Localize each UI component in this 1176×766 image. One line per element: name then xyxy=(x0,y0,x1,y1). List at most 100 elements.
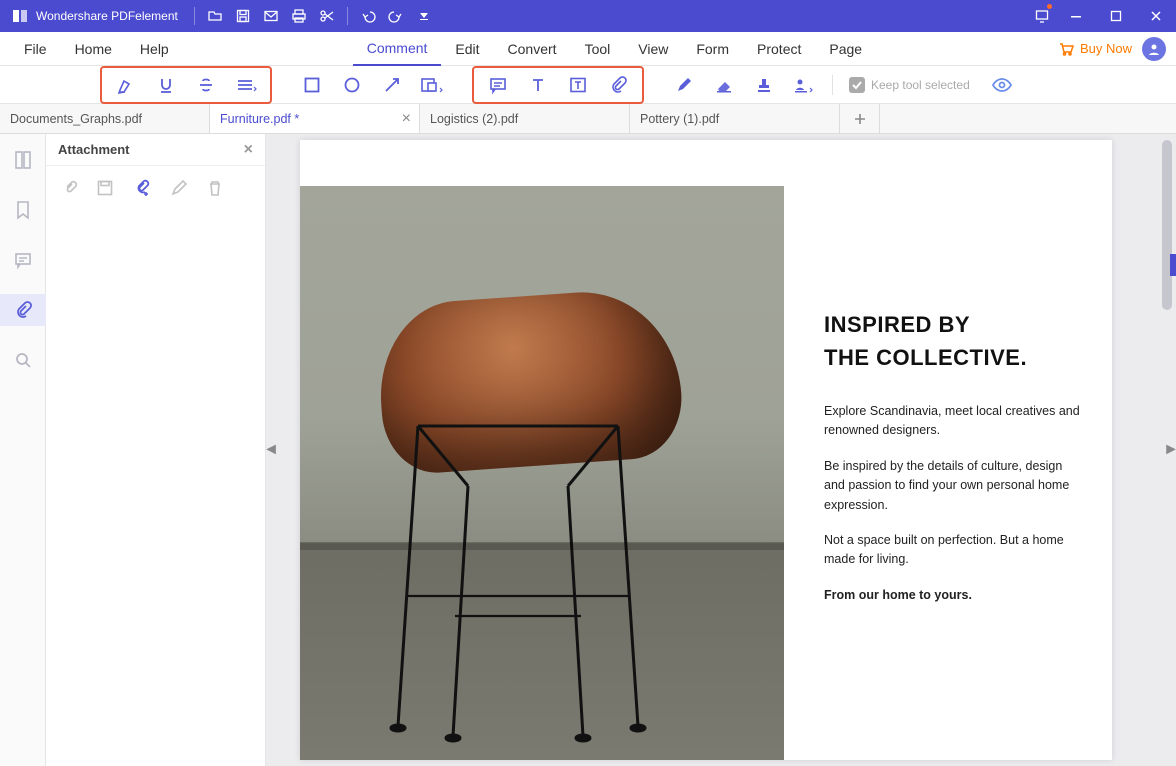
underline-tool[interactable] xyxy=(146,70,186,100)
text-markup-group xyxy=(100,66,272,104)
checkbox-icon xyxy=(849,77,865,93)
page-text-block: INSPIRED BYTHE COLLECTIVE. Explore Scand… xyxy=(824,308,1084,621)
menu-page[interactable]: Page xyxy=(815,32,876,66)
titlebar-separator xyxy=(347,7,348,25)
panel-delete-icon[interactable] xyxy=(206,179,224,197)
strikethrough-tool[interactable] xyxy=(186,70,226,100)
menu-edit[interactable]: Edit xyxy=(441,32,493,66)
hide-comments-tool[interactable] xyxy=(982,70,1022,100)
document-tab[interactable]: Furniture.pdf * × xyxy=(210,104,420,133)
pencil-tool[interactable] xyxy=(664,70,704,100)
menu-protect[interactable]: Protect xyxy=(743,32,815,66)
oval-tool[interactable] xyxy=(332,70,372,100)
panel-save-icon[interactable] xyxy=(96,179,114,197)
bookmark-icon[interactable] xyxy=(0,194,46,226)
attachment-side-panel: Attachment × xyxy=(46,134,266,766)
menu-file[interactable]: File xyxy=(10,32,61,66)
document-viewport[interactable]: ◄ ► INSPIRED BYTHE CO xyxy=(266,134,1176,766)
page-paragraph: Not a space built on perfection. But a h… xyxy=(824,531,1084,570)
tab-label: Logistics (2).pdf xyxy=(430,112,518,126)
keep-tool-selected-toggle[interactable]: Keep tool selected xyxy=(849,77,970,93)
rectangle-tool[interactable] xyxy=(292,70,332,100)
thumbnails-icon[interactable] xyxy=(0,144,46,176)
signature-tool[interactable] xyxy=(784,70,824,100)
user-avatar[interactable] xyxy=(1142,37,1166,61)
search-icon[interactable] xyxy=(0,344,46,376)
save-icon[interactable] xyxy=(229,0,257,32)
menu-comment[interactable]: Comment xyxy=(353,32,442,66)
eraser-tool[interactable] xyxy=(704,70,744,100)
app-title: Wondershare PDFelement xyxy=(36,9,178,23)
sidepanel-toolbar xyxy=(46,166,265,210)
menu-convert[interactable]: Convert xyxy=(494,32,571,66)
window-maximize-button[interactable] xyxy=(1096,0,1136,32)
mail-icon[interactable] xyxy=(257,0,285,32)
cart-icon xyxy=(1058,41,1074,57)
page-photo xyxy=(300,186,784,760)
redo-icon[interactable] xyxy=(382,0,410,32)
print-icon[interactable] xyxy=(285,0,313,32)
add-tab-button[interactable] xyxy=(840,104,880,133)
sticky-note-tool[interactable] xyxy=(478,70,518,100)
menu-bar: File Home Help Comment Edit Convert Tool… xyxy=(0,32,1176,66)
tab-label: Furniture.pdf * xyxy=(220,112,299,126)
titlebar-separator xyxy=(194,7,195,25)
attachment-tool[interactable] xyxy=(598,70,638,100)
sidepanel-close-icon[interactable]: × xyxy=(244,141,253,159)
arrow-tool[interactable] xyxy=(372,70,412,100)
note-group xyxy=(472,66,644,104)
highlight-tool[interactable] xyxy=(106,70,146,100)
scissors-icon[interactable] xyxy=(313,0,341,32)
keep-tool-label: Keep tool selected xyxy=(871,78,970,92)
open-icon[interactable] xyxy=(201,0,229,32)
panel-open-icon[interactable] xyxy=(60,179,78,197)
document-tab-bar: Documents_Graphs.pdf Furniture.pdf * × Lo… xyxy=(0,104,1176,134)
page-paragraph: Be inspired by the details of culture, d… xyxy=(824,457,1084,515)
undo-icon[interactable] xyxy=(354,0,382,32)
attachments-panel-icon[interactable] xyxy=(0,294,46,326)
document-tab[interactable]: Logistics (2).pdf xyxy=(420,104,630,133)
squiggly-tool[interactable] xyxy=(226,70,266,100)
buy-now-label: Buy Now xyxy=(1080,41,1132,56)
menu-home[interactable]: Home xyxy=(61,32,126,66)
pdf-page: INSPIRED BYTHE COLLECTIVE. Explore Scand… xyxy=(300,140,1112,760)
window-minimize-button[interactable] xyxy=(1056,0,1096,32)
buy-now-link[interactable]: Buy Now xyxy=(1058,41,1132,57)
menu-help[interactable]: Help xyxy=(126,32,183,66)
page-paragraph: From our home to yours. xyxy=(824,586,1084,605)
tab-label: Documents_Graphs.pdf xyxy=(10,112,142,126)
title-bar: Wondershare PDFelement xyxy=(0,0,1176,32)
dropdown-icon[interactable] xyxy=(410,0,438,32)
panel-edit-icon[interactable] xyxy=(170,179,188,197)
left-nav-rail xyxy=(0,134,46,766)
tab-close-icon[interactable]: × xyxy=(402,111,411,127)
page-paragraph: Explore Scandinavia, meet local creative… xyxy=(824,402,1084,441)
shape-group xyxy=(292,70,452,100)
toolbar-separator xyxy=(832,75,833,95)
document-tab[interactable]: Pottery (1).pdf xyxy=(630,104,840,133)
app-logo-icon xyxy=(10,6,30,26)
more-shapes-tool[interactable] xyxy=(412,70,452,100)
panel-add-attachment-icon[interactable] xyxy=(132,178,152,198)
comment-toolbar: Keep tool selected xyxy=(0,66,1176,104)
menu-tool[interactable]: Tool xyxy=(571,32,625,66)
page-heading: INSPIRED BYTHE COLLECTIVE. xyxy=(824,308,1084,374)
typewriter-tool[interactable] xyxy=(518,70,558,100)
collapse-right-handle[interactable]: ► xyxy=(1166,432,1176,468)
scroll-position-marker xyxy=(1170,254,1176,276)
document-tab[interactable]: Documents_Graphs.pdf xyxy=(0,104,210,133)
collapse-left-handle[interactable]: ◄ xyxy=(266,432,276,468)
sidepanel-header: Attachment × xyxy=(46,134,265,166)
menu-form[interactable]: Form xyxy=(682,32,743,66)
menu-view[interactable]: View xyxy=(624,32,682,66)
notifications-icon[interactable] xyxy=(1028,0,1056,32)
workspace: Attachment × ◄ ► xyxy=(0,134,1176,766)
textbox-tool[interactable] xyxy=(558,70,598,100)
comments-panel-icon[interactable] xyxy=(0,244,46,276)
draw-group xyxy=(664,70,824,100)
tab-label: Pottery (1).pdf xyxy=(640,112,719,126)
sidepanel-title: Attachment xyxy=(58,142,130,157)
window-close-button[interactable] xyxy=(1136,0,1176,32)
scrollbar-thumb[interactable] xyxy=(1162,140,1172,310)
stamp-tool[interactable] xyxy=(744,70,784,100)
